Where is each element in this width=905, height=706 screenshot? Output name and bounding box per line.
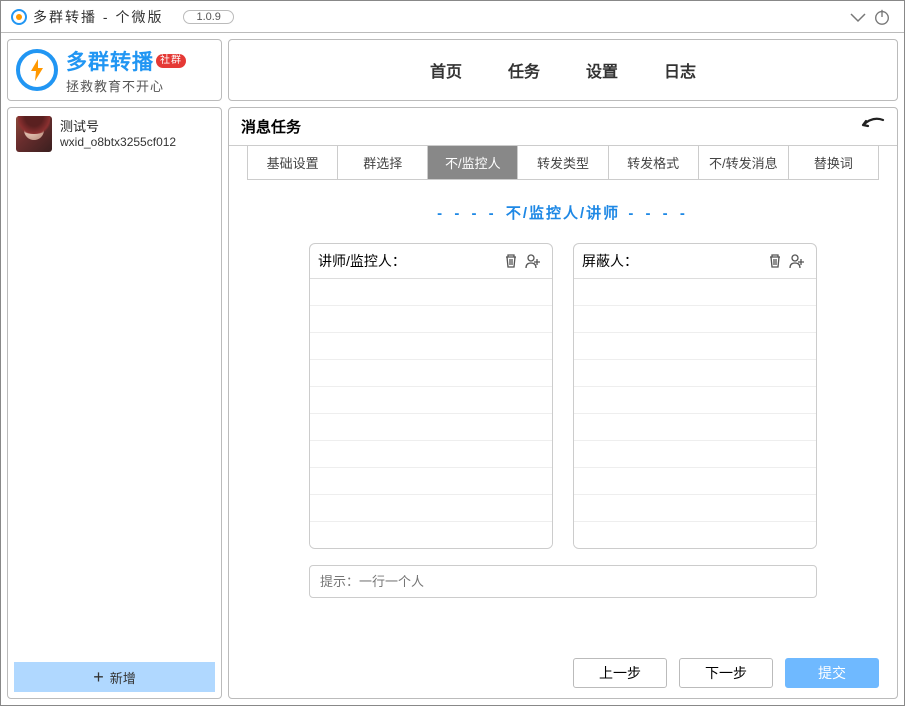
block-list-label: 屏蔽人： xyxy=(582,251,764,271)
tab-forward-type[interactable]: 转发类型 xyxy=(518,146,608,180)
block-list[interactable] xyxy=(574,279,816,548)
prev-button[interactable]: 上一步 xyxy=(573,658,667,688)
power-icon[interactable] xyxy=(870,5,894,29)
add-person-icon[interactable] xyxy=(786,250,808,272)
account-list: 测试号 wxid_o8btx3255cf012 新增 xyxy=(7,107,222,699)
minimize-icon[interactable] xyxy=(846,5,870,29)
tab-group-select[interactable]: 群选择 xyxy=(338,146,428,180)
avatar xyxy=(16,116,52,152)
step-tabs: 基础设置 群选择 不/监控人 转发类型 转发格式 不/转发消息 替换词 xyxy=(229,146,897,180)
trash-icon[interactable] xyxy=(500,250,522,272)
panel-title: 消息任务 xyxy=(241,116,301,137)
next-button[interactable]: 下一步 xyxy=(679,658,773,688)
logo-subtitle: 拯救教育不开心 xyxy=(66,76,186,95)
version-badge: 1.0.9 xyxy=(183,10,233,24)
nav-task[interactable]: 任务 xyxy=(508,58,540,82)
logo-name: 多群转播 xyxy=(66,46,154,76)
account-wxid: wxid_o8btx3255cf012 xyxy=(60,135,176,149)
lecturer-list-label: 讲师/监控人： xyxy=(318,251,500,271)
add-account-button[interactable]: 新增 xyxy=(14,662,215,692)
hint-input[interactable] xyxy=(309,565,817,598)
nav-settings[interactable]: 设置 xyxy=(586,58,618,82)
account-item[interactable]: 测试号 wxid_o8btx3255cf012 xyxy=(8,108,221,160)
app-icon xyxy=(11,9,27,25)
lecturer-list[interactable] xyxy=(310,279,552,548)
tab-forward-format[interactable]: 转发格式 xyxy=(609,146,699,180)
top-nav: 首页 任务 设置 日志 xyxy=(228,39,898,101)
section-title: - - - - 不/监控人/讲师 - - - - xyxy=(259,190,867,243)
add-person-icon[interactable] xyxy=(522,250,544,272)
trash-icon[interactable] xyxy=(764,250,786,272)
nav-log[interactable]: 日志 xyxy=(664,58,696,82)
tab-replace[interactable]: 替换词 xyxy=(789,146,879,180)
back-arrow-icon[interactable] xyxy=(857,117,885,137)
titlebar: 多群转播 - 个微版 1.0.9 xyxy=(1,1,904,33)
tab-forward-filter[interactable]: 不/转发消息 xyxy=(699,146,789,180)
lecturer-list-box: 讲师/监控人： xyxy=(309,243,553,549)
tab-basic[interactable]: 基础设置 xyxy=(247,146,338,180)
logo-badge: 社群 xyxy=(156,54,186,68)
tab-monitor[interactable]: 不/监控人 xyxy=(428,146,518,180)
window-title: 多群转播 - 个微版 xyxy=(33,7,163,27)
bolt-icon xyxy=(16,49,58,91)
account-name: 测试号 xyxy=(60,116,176,135)
nav-home[interactable]: 首页 xyxy=(430,58,462,82)
logo-card: 多群转播 社群 拯救教育不开心 xyxy=(7,39,222,101)
submit-button[interactable]: 提交 xyxy=(785,658,879,688)
block-list-box: 屏蔽人： xyxy=(573,243,817,549)
